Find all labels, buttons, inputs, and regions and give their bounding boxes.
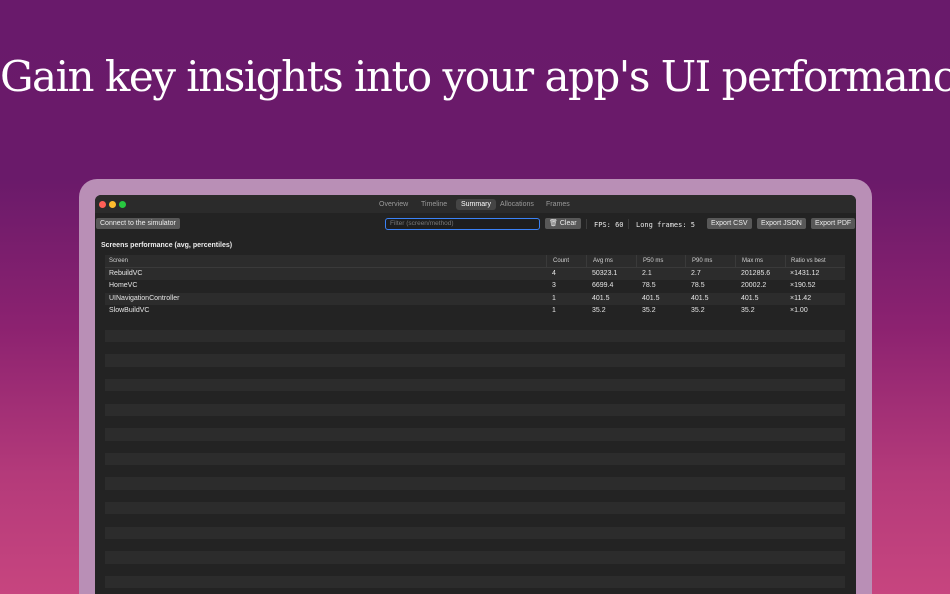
clear-label: Clear [559, 220, 577, 227]
filter-input[interactable]: Filter (screen/method) [385, 218, 540, 230]
column-divider [685, 255, 686, 268]
tab-timeline[interactable]: Timeline [416, 199, 452, 210]
empty-row [105, 477, 845, 490]
column-divider [586, 255, 587, 268]
empty-rows [105, 318, 845, 589]
empty-row [105, 441, 845, 453]
cell-max: 35.2 [741, 307, 755, 315]
empty-row [105, 526, 845, 539]
cell-avg: 35.2 [592, 307, 606, 315]
cell-p90: 78.5 [691, 282, 705, 290]
export-pdf-button[interactable]: Export PDF [811, 218, 856, 229]
section-title: Screens performance (avg, percentiles) [101, 242, 233, 249]
cell-max: 20002.2 [741, 282, 767, 290]
empty-row [105, 564, 845, 576]
table-header: Screen Count Avg ms P50 ms P90 ms Max ms… [105, 255, 845, 268]
headline: Gain key insights into your app's UI per… [0, 52, 950, 101]
cell-p50: 2.1 [642, 270, 652, 277]
empty-row [105, 342, 845, 354]
table-row[interactable]: UINavigationController 1 401.5 401.5 401… [105, 292, 845, 306]
clear-button[interactable]: 🗑 Clear [545, 218, 581, 229]
zoom-window-button[interactable] [119, 201, 126, 208]
empty-row [105, 379, 845, 392]
cell-count: 1 [552, 294, 556, 302]
cell-ratio: ×190.52 [790, 282, 816, 290]
column-divider [785, 255, 786, 268]
minimize-window-button[interactable] [109, 201, 116, 208]
cell-count: 3 [552, 282, 556, 290]
column-header-screen[interactable]: Screen [109, 255, 128, 268]
empty-row [105, 465, 845, 477]
empty-row [105, 416, 845, 428]
empty-row [105, 490, 845, 502]
toolbar-divider [628, 219, 629, 229]
long-frames-readout: Long frames: 5 [636, 221, 696, 229]
cell-p50: 35.2 [642, 307, 656, 315]
performance-table: Screen Count Avg ms P50 ms P90 ms Max ms… [105, 255, 845, 589]
cell-screen: RebuildVC [109, 270, 143, 277]
table-row[interactable]: SlowBuildVC 1 35.2 35.2 35.2 35.2 ×1.00 [105, 305, 845, 317]
cell-max: 401.5 [741, 294, 759, 302]
empty-row [105, 329, 845, 343]
cell-p90: 35.2 [691, 307, 705, 315]
export-csv-button[interactable]: Export CSV [707, 218, 752, 229]
empty-row [105, 367, 845, 379]
column-header-count[interactable]: Count [553, 255, 569, 268]
empty-row [105, 391, 845, 403]
cell-screen: SlowBuildVC [109, 307, 150, 315]
cell-max: 201285.6 [741, 270, 771, 277]
empty-row [105, 354, 845, 367]
cell-p90: 2.7 [691, 270, 701, 277]
title-bar: Overview Timeline Summary Allocations Fr… [95, 195, 856, 213]
close-window-button[interactable] [99, 201, 106, 208]
column-header-ratio[interactable]: Ratio vs best [791, 255, 826, 268]
cell-p90: 401.5 [691, 294, 709, 302]
cell-avg: 50323.1 [592, 270, 618, 277]
cell-avg: 401.5 [592, 294, 610, 302]
empty-row [105, 539, 845, 551]
column-header-avg[interactable]: Avg ms [593, 255, 613, 268]
tab-summary[interactable]: Summary [456, 199, 496, 210]
tab-overview[interactable]: Overview [374, 199, 413, 210]
app-window: Overview Timeline Summary Allocations Fr… [95, 195, 856, 594]
column-divider [546, 255, 547, 268]
trash-icon: 🗑 [549, 220, 558, 227]
fps-readout: FPS: 60 [594, 221, 624, 229]
empty-row [105, 514, 845, 526]
empty-row [105, 502, 845, 515]
column-header-max[interactable]: Max ms [742, 255, 763, 268]
tab-allocations[interactable]: Allocations [495, 199, 539, 210]
cell-ratio: ×11.42 [790, 294, 812, 302]
toolbar-divider [586, 219, 587, 229]
table-row[interactable]: HomeVC 3 6699.4 78.5 78.5 20002.2 ×190.5… [105, 280, 845, 292]
cell-ratio: ×1431.12 [790, 270, 820, 277]
tab-frames[interactable]: Frames [541, 199, 575, 210]
export-json-button[interactable]: Export JSON [757, 218, 806, 229]
column-header-p50[interactable]: P50 ms [643, 255, 663, 268]
cell-ratio: ×1.00 [790, 307, 808, 315]
empty-row [105, 575, 845, 589]
column-divider [735, 255, 736, 268]
empty-row [105, 551, 845, 564]
cell-screen: UINavigationController [109, 294, 180, 302]
cell-count: 1 [552, 307, 556, 315]
toolbar: Connect to the simulator Filter (screen/… [95, 216, 856, 232]
empty-row [105, 403, 845, 416]
empty-row [105, 318, 845, 330]
connect-simulator-button[interactable]: Connect to the simulator [96, 218, 180, 229]
table-row[interactable]: RebuildVC 4 50323.1 2.1 2.7 201285.6 ×14… [105, 268, 845, 281]
cell-p50: 401.5 [642, 294, 660, 302]
cell-p50: 78.5 [642, 282, 656, 290]
cell-avg: 6699.4 [592, 282, 614, 290]
empty-row [105, 428, 845, 441]
column-divider [636, 255, 637, 268]
cell-screen: HomeVC [109, 282, 138, 290]
cell-count: 4 [552, 270, 556, 277]
column-header-p90[interactable]: P90 ms [692, 255, 712, 268]
empty-row [105, 452, 845, 466]
